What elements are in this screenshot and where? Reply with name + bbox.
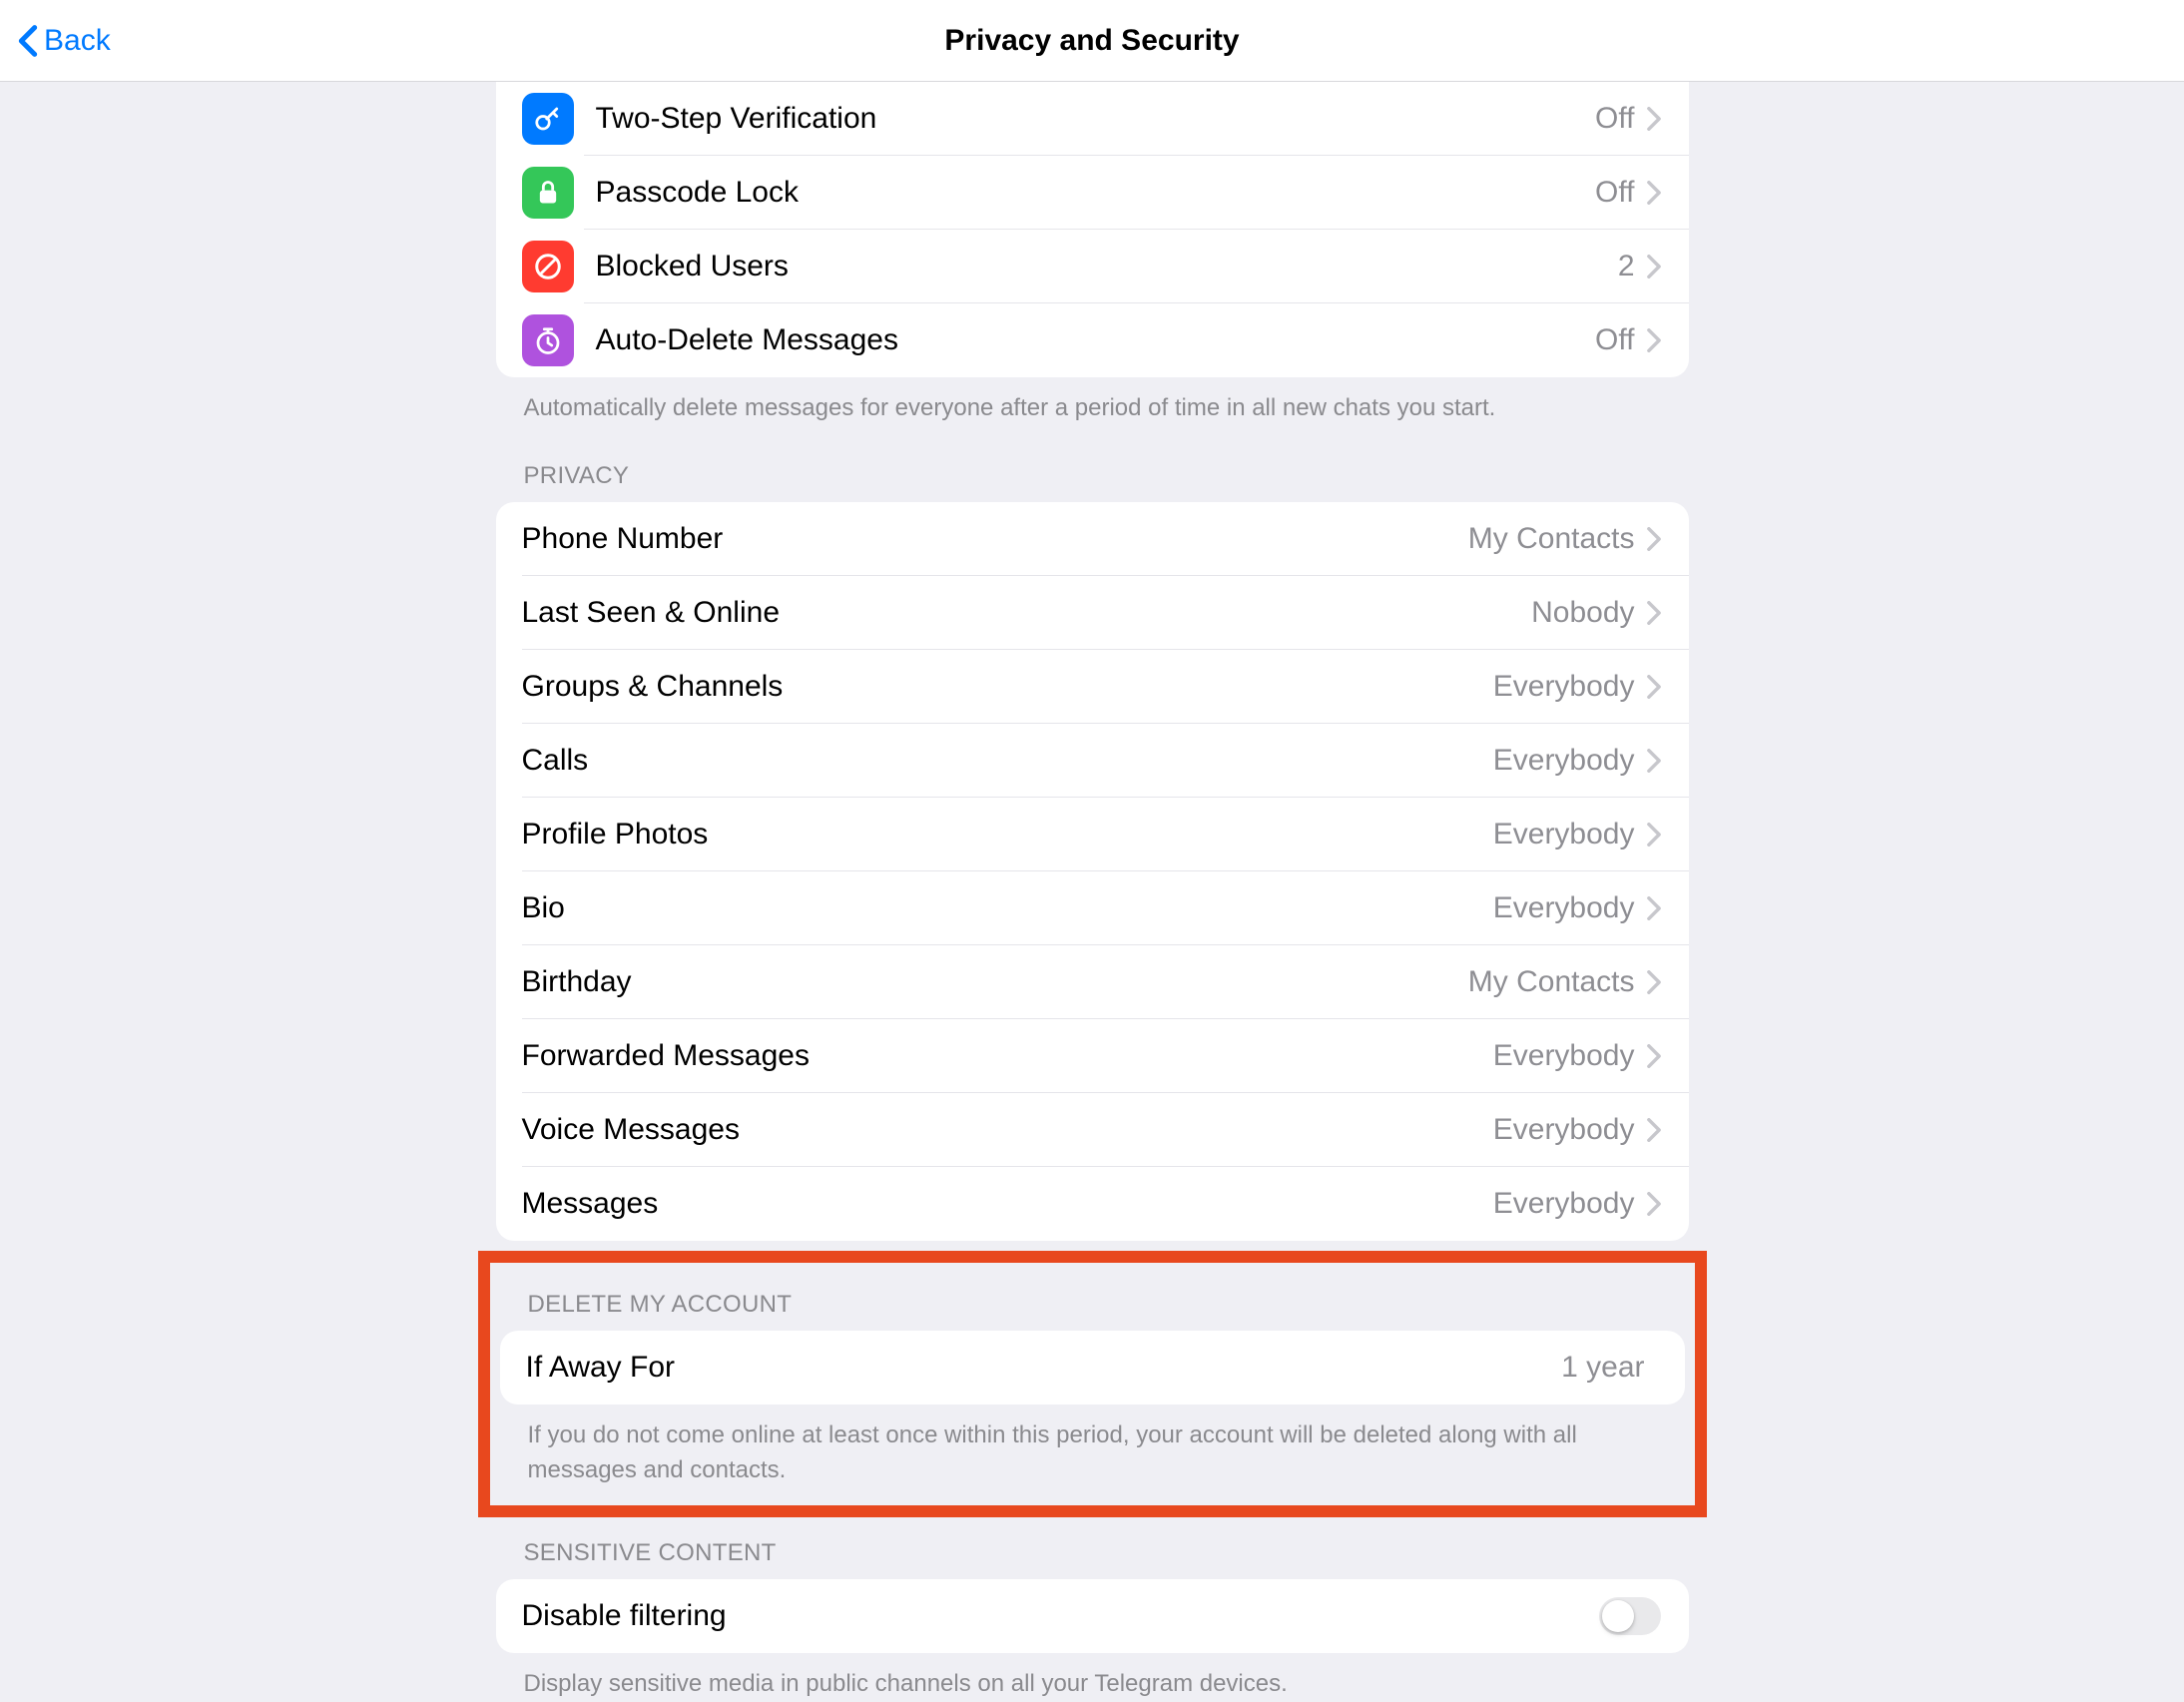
chevron-right-icon — [1647, 1118, 1661, 1142]
row-label: Birthday — [522, 965, 1468, 999]
chevron-right-icon — [1647, 181, 1661, 205]
security-group: Two-Step Verification Off Passcode Lock … — [496, 82, 1689, 377]
row-value: Everybody — [1493, 670, 1635, 704]
row-label: Disable filtering — [522, 1599, 1599, 1633]
row-value: My Contacts — [1468, 522, 1635, 556]
messages-row[interactable]: Messages Everybody — [496, 1167, 1689, 1241]
privacy-section-header: PRIVACY — [496, 426, 1689, 502]
row-label: Last Seen & Online — [522, 596, 1532, 630]
row-value: My Contacts — [1468, 965, 1635, 999]
back-button[interactable]: Back — [18, 24, 111, 58]
row-label: Phone Number — [522, 522, 1468, 556]
sensitive-section-header: SENSITIVE CONTENT — [496, 1517, 1689, 1579]
profile-photos-row[interactable]: Profile Photos Everybody — [496, 798, 1689, 871]
timer-icon — [522, 314, 574, 366]
row-label: Passcode Lock — [596, 176, 1596, 210]
key-icon — [522, 93, 574, 145]
two-step-verification-row[interactable]: Two-Step Verification Off — [496, 82, 1689, 156]
row-label: Blocked Users — [596, 250, 1618, 284]
row-value: Everybody — [1493, 1187, 1635, 1221]
navigation-bar: Back Privacy and Security — [0, 0, 2184, 82]
lock-icon — [522, 167, 574, 219]
blocked-icon — [522, 241, 574, 292]
disable-filtering-toggle[interactable] — [1599, 1597, 1661, 1635]
if-away-for-row[interactable]: If Away For 1 year — [500, 1331, 1685, 1405]
chevron-right-icon — [1647, 749, 1661, 773]
auto-delete-messages-row[interactable]: Auto-Delete Messages Off — [496, 303, 1689, 377]
back-label: Back — [44, 24, 111, 58]
row-label: Two-Step Verification — [596, 102, 1596, 136]
sensitive-footer: Display sensitive media in public channe… — [496, 1653, 1689, 1702]
row-value: Everybody — [1493, 818, 1635, 851]
row-value: Everybody — [1493, 891, 1635, 925]
row-value: Off — [1595, 102, 1634, 136]
row-label: Auto-Delete Messages — [596, 323, 1596, 357]
blocked-users-row[interactable]: Blocked Users 2 — [496, 230, 1689, 303]
row-value: 1 year — [1561, 1351, 1644, 1385]
birthday-row[interactable]: Birthday My Contacts — [496, 945, 1689, 1019]
chevron-right-icon — [1647, 675, 1661, 699]
row-label: Bio — [522, 891, 1493, 925]
delete-account-section-header: DELETE MY ACCOUNT — [500, 1281, 1685, 1331]
chevron-right-icon — [1647, 107, 1661, 131]
groups-channels-row[interactable]: Groups & Channels Everybody — [496, 650, 1689, 724]
chevron-right-icon — [1647, 255, 1661, 279]
delete-account-group: If Away For 1 year — [500, 1331, 1685, 1405]
delete-account-highlight: DELETE MY ACCOUNT If Away For 1 year If … — [478, 1251, 1707, 1518]
row-value: 2 — [1618, 250, 1635, 284]
passcode-lock-row[interactable]: Passcode Lock Off — [496, 156, 1689, 230]
chevron-right-icon — [1647, 970, 1661, 994]
chevron-right-icon — [1647, 328, 1661, 352]
chevron-left-icon — [18, 24, 38, 58]
chevron-right-icon — [1647, 1192, 1661, 1216]
row-value: Nobody — [1531, 596, 1634, 630]
toggle-knob — [1602, 1600, 1634, 1632]
row-label: Groups & Channels — [522, 670, 1493, 704]
forwarded-messages-row[interactable]: Forwarded Messages Everybody — [496, 1019, 1689, 1093]
chevron-right-icon — [1647, 601, 1661, 625]
row-value: Everybody — [1493, 744, 1635, 778]
chevron-right-icon — [1647, 527, 1661, 551]
last-seen-row[interactable]: Last Seen & Online Nobody — [496, 576, 1689, 650]
row-label: Calls — [522, 744, 1493, 778]
row-label: Voice Messages — [522, 1113, 1493, 1147]
page-title: Privacy and Security — [944, 24, 1239, 58]
bio-row[interactable]: Bio Everybody — [496, 871, 1689, 945]
chevron-right-icon — [1647, 823, 1661, 847]
sensitive-group: Disable filtering — [496, 1579, 1689, 1653]
row-label: Forwarded Messages — [522, 1039, 1493, 1073]
row-value: Off — [1595, 323, 1634, 357]
row-value: Everybody — [1493, 1039, 1635, 1073]
phone-number-row[interactable]: Phone Number My Contacts — [496, 502, 1689, 576]
disable-filtering-row[interactable]: Disable filtering — [496, 1579, 1689, 1653]
delete-account-footer: If you do not come online at least once … — [500, 1405, 1685, 1488]
voice-messages-row[interactable]: Voice Messages Everybody — [496, 1093, 1689, 1167]
row-value: Off — [1595, 176, 1634, 210]
row-label: Profile Photos — [522, 818, 1493, 851]
calls-row[interactable]: Calls Everybody — [496, 724, 1689, 798]
chevron-right-icon — [1647, 1044, 1661, 1068]
row-label: Messages — [522, 1187, 1493, 1221]
chevron-right-icon — [1647, 896, 1661, 920]
security-footer: Automatically delete messages for everyo… — [496, 377, 1689, 426]
row-value: Everybody — [1493, 1113, 1635, 1147]
privacy-group: Phone Number My Contacts Last Seen & Onl… — [496, 502, 1689, 1241]
row-label: If Away For — [526, 1351, 1562, 1385]
